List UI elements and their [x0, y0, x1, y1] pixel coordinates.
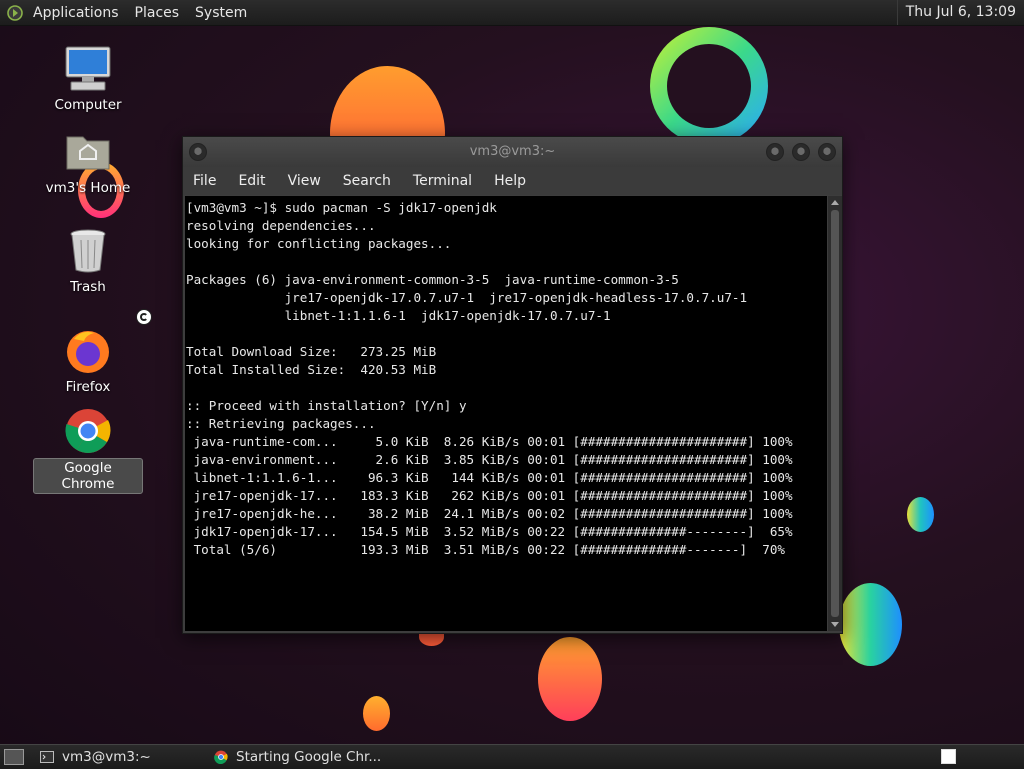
menu-places[interactable]: Places — [127, 5, 188, 21]
desktop-icon-label: Trash — [70, 279, 106, 295]
terminal-output[interactable]: [vm3@vm3 ~]$ sudo pacman -S jdk17-openjd… — [185, 196, 827, 631]
taskbar-item-label: Starting Google Chr... — [236, 749, 382, 765]
menu-file[interactable]: File — [183, 173, 227, 189]
window-titlebar[interactable]: vm3@vm3:~ — [183, 137, 842, 167]
terminal-line: jre17-openjdk-he... 38.2 MiB 24.1 MiB/s … — [193, 506, 793, 521]
taskbar-item-terminal[interactable]: vm3@vm3:~ — [34, 746, 204, 768]
bottom-panel: vm3@vm3:~ Starting Google Chr... — [0, 744, 1024, 769]
desktop-icon-firefox[interactable]: Firefox — [33, 326, 143, 396]
terminal-line: :: Retrieving packages... — [186, 416, 376, 431]
terminal-line: jre17-openjdk-17... 183.3 KiB 262 KiB/s … — [193, 488, 793, 503]
workspace-switcher[interactable] — [941, 749, 956, 764]
terminal-line: jre17-openjdk-17.0.7.u7-1 jre17-openjdk-… — [284, 290, 748, 305]
clock[interactable]: Thu Jul 6, 13:09 — [896, 0, 1016, 25]
desktop-icon-label: Google Chrome — [33, 458, 143, 494]
home-folder-icon — [63, 127, 113, 177]
terminal-icon — [40, 751, 54, 763]
busy-cursor-icon — [136, 309, 152, 325]
terminal-line: resolving dependencies... — [186, 218, 376, 233]
desktop-icon-computer[interactable]: Computer — [33, 44, 143, 114]
terminal-line: Total Installed Size: 420.53 MiB — [186, 362, 437, 377]
firefox-icon — [63, 326, 113, 376]
menu-system[interactable]: System — [187, 5, 255, 21]
menu-search[interactable]: Search — [332, 173, 402, 189]
computer-icon — [63, 44, 113, 94]
terminal-line: Total (5/6) 193.3 MiB 3.51 MiB/s 00:22 [… — [193, 542, 785, 557]
terminal-line: libnet-1:1.1.6-1 jdk17-openjdk-17.0.7.u7… — [284, 308, 611, 323]
desktop-icon-trash[interactable]: Trash — [33, 226, 143, 296]
panel-menu: Applications Places System — [0, 0, 255, 25]
show-desktop-button[interactable] — [4, 749, 24, 765]
terminal-window[interactable]: vm3@vm3:~ File Edit View Search Terminal… — [182, 136, 843, 634]
terminal-text: [vm3@vm3 ~]$ sudo pacman -S jdk17-openjd… — [185, 196, 827, 559]
wallpaper-green-ring — [650, 27, 768, 145]
chrome-icon — [63, 406, 113, 456]
terminal-scrollbar[interactable] — [828, 196, 842, 631]
menu-terminal[interactable]: Terminal — [402, 173, 483, 189]
taskbar-item-label: vm3@vm3:~ — [62, 749, 151, 765]
terminal-line: java-runtime-com... 5.0 KiB 8.26 KiB/s 0… — [193, 434, 793, 449]
minimize-button[interactable] — [766, 143, 784, 161]
desktop-icon-label: vm3's Home — [45, 180, 131, 196]
close-button[interactable] — [818, 143, 836, 161]
trash-icon — [63, 226, 113, 276]
terminal-line: looking for conflicting packages... — [186, 236, 452, 251]
menu-view[interactable]: View — [277, 173, 332, 189]
menu-help[interactable]: Help — [483, 173, 537, 189]
maximize-button[interactable] — [792, 143, 810, 161]
desktop-icon-label: Firefox — [65, 379, 111, 395]
desktop-icon-home[interactable]: vm3's Home — [33, 127, 143, 197]
chrome-icon — [214, 750, 228, 764]
terminal-line: Packages (6) java-environment-common-3-5… — [186, 272, 679, 287]
scrollbar-thumb[interactable] — [831, 210, 839, 617]
desktop-icon-label: Computer — [54, 97, 122, 113]
terminal-line: Total Download Size: 273.25 MiB — [186, 344, 437, 359]
taskbar-item-chrome[interactable]: Starting Google Chr... — [208, 746, 400, 768]
mate-logo-icon[interactable] — [7, 4, 23, 21]
wallpaper-orange-blob — [363, 696, 390, 731]
wallpaper-orange-blob — [538, 637, 602, 721]
wallpaper-blue-blob — [907, 497, 934, 532]
terminal-line: libnet-1:1.1.6-1... 96.3 KiB 144 KiB/s 0… — [193, 470, 793, 485]
terminal-line: [vm3@vm3 ~]$ sudo pacman -S jdk17-openjd… — [186, 200, 497, 215]
window-title: vm3@vm3:~ — [469, 144, 556, 159]
scroll-down-icon[interactable] — [831, 622, 839, 627]
wallpaper-blue-blob — [839, 583, 902, 666]
scroll-up-icon[interactable] — [831, 200, 839, 205]
terminal-line: :: Proceed with installation? [Y/n] y — [186, 398, 467, 413]
top-panel: Applications Places System Thu Jul 6, 13… — [0, 0, 1024, 26]
desktop-icon-chrome[interactable]: Google Chrome — [33, 406, 143, 494]
terminal-line: java-environment... 2.6 KiB 3.85 KiB/s 0… — [193, 452, 793, 467]
menu-edit[interactable]: Edit — [227, 173, 276, 189]
menu-applications[interactable]: Applications — [25, 5, 127, 21]
terminal-menubar: File Edit View Search Terminal Help — [183, 167, 842, 195]
terminal-line: jdk17-openjdk-17... 154.5 MiB 3.52 MiB/s… — [193, 524, 793, 539]
